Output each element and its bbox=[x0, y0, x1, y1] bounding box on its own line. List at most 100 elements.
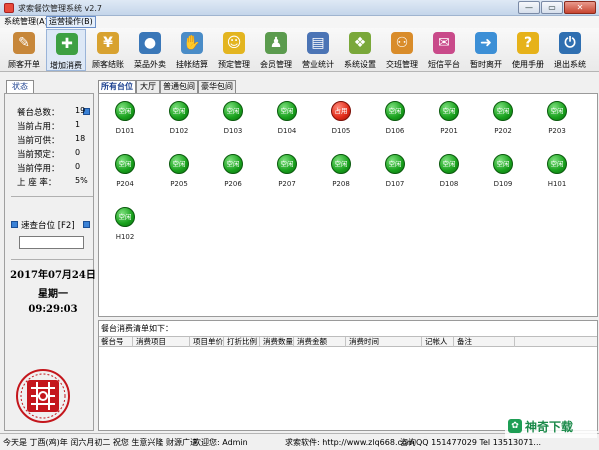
table-name: D109 bbox=[493, 180, 513, 188]
tab-standard-room[interactable]: 普通包间 bbox=[160, 80, 198, 93]
toolbar-button[interactable]: ❖ 系统设置 bbox=[340, 29, 380, 71]
toolbar-button[interactable]: ▤ 营业统计 bbox=[298, 29, 338, 71]
table-tile[interactable]: 空闲 D108 bbox=[429, 151, 469, 195]
table-status-icon: 空闲 bbox=[277, 101, 297, 121]
table-tile[interactable]: 空闲 D103 bbox=[213, 98, 253, 142]
table-status-icon: 空闲 bbox=[439, 101, 459, 121]
toolbar-button[interactable]: ✎ 顾客开单 bbox=[4, 29, 44, 71]
quick-search-input[interactable] bbox=[19, 236, 84, 249]
table-tile[interactable]: 空闲 H102 bbox=[105, 204, 145, 248]
toolbar-button-label: 营业统计 bbox=[302, 60, 334, 69]
table-tile[interactable]: 空闲 P204 bbox=[105, 151, 145, 195]
stat-row: 当前预定： 0 bbox=[17, 148, 80, 160]
column-header[interactable]: 记帐人 bbox=[423, 337, 454, 347]
table-tile[interactable]: 空闲 D104 bbox=[267, 98, 307, 142]
table-status-icon: 空闲 bbox=[385, 101, 405, 121]
consumption-list-header: 餐台号 消费项目 项目单价 打折比例 消费数量 消费金额 消费时间 记帐人 备注 bbox=[99, 336, 597, 347]
toolbar-button[interactable]: ➜ 暂时离开 bbox=[466, 29, 506, 71]
table-tile[interactable]: 空闲 D109 bbox=[483, 151, 523, 195]
toolbar-button[interactable]: ● 菜品外卖 bbox=[130, 29, 170, 71]
toolbar-button-label: 增加消费 bbox=[50, 61, 82, 70]
watermark-logo: ✿ 神奇下载 bbox=[505, 416, 597, 438]
table-tile[interactable]: 空闲 P201 bbox=[429, 98, 469, 142]
toolbar-button[interactable]: ? 使用手册 bbox=[508, 29, 548, 71]
quick-search-toggle-icon[interactable] bbox=[83, 221, 90, 228]
table-tile[interactable]: 空闲 P205 bbox=[159, 151, 199, 195]
table-tile[interactable]: 空闲 D106 bbox=[375, 98, 415, 142]
toolbar-button[interactable]: ⏻ 退出系统 bbox=[550, 29, 590, 71]
away-icon: ➜ bbox=[475, 32, 497, 54]
column-header[interactable]: 项目单价 bbox=[191, 337, 224, 347]
menu-bar: 系统管理(A) 运营操作(B) bbox=[0, 16, 599, 28]
toolbar-button[interactable]: ♟ 会员管理 bbox=[256, 29, 296, 71]
stats-icon: ▤ bbox=[307, 32, 329, 54]
table-status-icon: 空闲 bbox=[331, 154, 351, 174]
software-site[interactable]: 求索软件: http://www.zlq668.com bbox=[285, 437, 415, 448]
table-name: H102 bbox=[115, 233, 135, 241]
tab-luxury-room[interactable]: 豪华包间 bbox=[198, 80, 236, 93]
table-tile[interactable]: 空闲 P203 bbox=[537, 98, 577, 142]
toolbar-button[interactable]: ¥ 顾客结账 bbox=[88, 29, 128, 71]
menu-system[interactable]: 系统管理(A) bbox=[2, 16, 50, 28]
minimize-button[interactable]: — bbox=[518, 1, 540, 14]
menu-operations[interactable]: 运营操作(B) bbox=[46, 16, 96, 28]
column-header[interactable]: 消费数量 bbox=[261, 337, 294, 347]
watermark-badge-icon: ✿ bbox=[508, 419, 522, 433]
table-tile[interactable]: 空闲 D102 bbox=[159, 98, 199, 142]
weekday-display: 星期一 bbox=[38, 289, 68, 300]
maximize-button[interactable]: ▭ bbox=[541, 1, 563, 14]
table-tile[interactable]: 空闲 H101 bbox=[537, 151, 577, 195]
table-name: P201 bbox=[440, 127, 458, 135]
table-tile[interactable]: 空闲 D107 bbox=[375, 151, 415, 195]
toolbar-button-label: 预定管理 bbox=[218, 60, 250, 69]
table-grid: 空闲 D101 空闲 D102 空闲 D103 空闲 D104 占用 D105 空闲 D106 空闲 P2… bbox=[98, 93, 598, 317]
column-header[interactable]: 消费金额 bbox=[295, 337, 346, 347]
stat-row: 餐台总数： 19 bbox=[17, 106, 85, 118]
tab-all-tables[interactable]: 所有台位 bbox=[98, 80, 136, 93]
table-tile[interactable]: 空闲 P202 bbox=[483, 98, 523, 142]
current-user: 欢迎您: Admin bbox=[193, 438, 248, 447]
table-tile[interactable]: 占用 D105 bbox=[321, 98, 361, 142]
toolbar-button-label: 退出系统 bbox=[554, 60, 586, 69]
tab-hall[interactable]: 大厅 bbox=[136, 80, 160, 93]
table-name: D101 bbox=[115, 127, 135, 135]
toolbar-button[interactable]: ✋ 挂帐结算 bbox=[172, 29, 212, 71]
stat-value: 18 bbox=[75, 134, 86, 143]
member-icon: ♟ bbox=[265, 32, 287, 54]
table-tile[interactable]: 空闲 P206 bbox=[213, 151, 253, 195]
toolbar-button-label: 顾客结账 bbox=[92, 60, 124, 69]
manual-icon: ? bbox=[517, 32, 539, 54]
title-bar: 求索餐饮管理系统 v2.7 — ▭ ✕ bbox=[0, 0, 599, 16]
stat-label: 餐台总数： bbox=[17, 108, 60, 118]
table-tile[interactable]: 空闲 P207 bbox=[267, 151, 307, 195]
toolbar-button[interactable]: ✚ 增加消费 bbox=[46, 29, 86, 71]
status-panel: 状态 餐台总数： 19 当前占用： 1 当前可供： 18 当前预定： 0 当前停用： 0 上 座 率… bbox=[0, 80, 96, 432]
table-name: D106 bbox=[385, 127, 405, 135]
toolbar-button[interactable]: ☺ 预定管理 bbox=[214, 29, 254, 71]
column-header[interactable]: 打折比例 bbox=[225, 337, 260, 347]
column-header[interactable]: 消费项目 bbox=[134, 337, 190, 347]
column-header[interactable]: 备注 bbox=[455, 337, 515, 347]
table-name: D108 bbox=[439, 180, 459, 188]
table-status-icon: 空闲 bbox=[115, 101, 135, 121]
table-tile[interactable]: 空闲 D101 bbox=[105, 98, 145, 142]
toolbar-button-label: 短信平台 bbox=[428, 60, 460, 69]
toolbar-button-label: 系统设置 bbox=[344, 60, 376, 69]
window-title: 求索餐饮管理系统 v2.7 bbox=[18, 4, 102, 13]
table-status-icon: 空闲 bbox=[547, 154, 567, 174]
close-button[interactable]: ✕ bbox=[564, 1, 596, 14]
table-tile[interactable]: 空闲 P208 bbox=[321, 151, 361, 195]
toolbar-button-label: 交班管理 bbox=[386, 60, 418, 69]
date-display: 2017年07月24日 bbox=[10, 270, 96, 281]
toolbar-button[interactable]: ⚇ 交班管理 bbox=[382, 29, 422, 71]
column-header[interactable]: 消费时间 bbox=[347, 337, 422, 347]
divider bbox=[11, 259, 93, 260]
consumption-list: 餐台消费清单如下： 餐台号 消费项目 项目单价 打折比例 消费数量 消费金额 消费时间 记帐人… bbox=[98, 320, 598, 431]
table-status-icon: 空闲 bbox=[169, 101, 189, 121]
reserve-icon: ☺ bbox=[223, 32, 245, 54]
toolbar-button[interactable]: ✉ 短信平台 bbox=[424, 29, 464, 71]
stat-value: 0 bbox=[75, 148, 81, 157]
tab-status[interactable]: 状态 bbox=[6, 80, 34, 93]
column-header[interactable]: 餐台号 bbox=[99, 337, 133, 347]
table-name: P203 bbox=[548, 127, 566, 135]
